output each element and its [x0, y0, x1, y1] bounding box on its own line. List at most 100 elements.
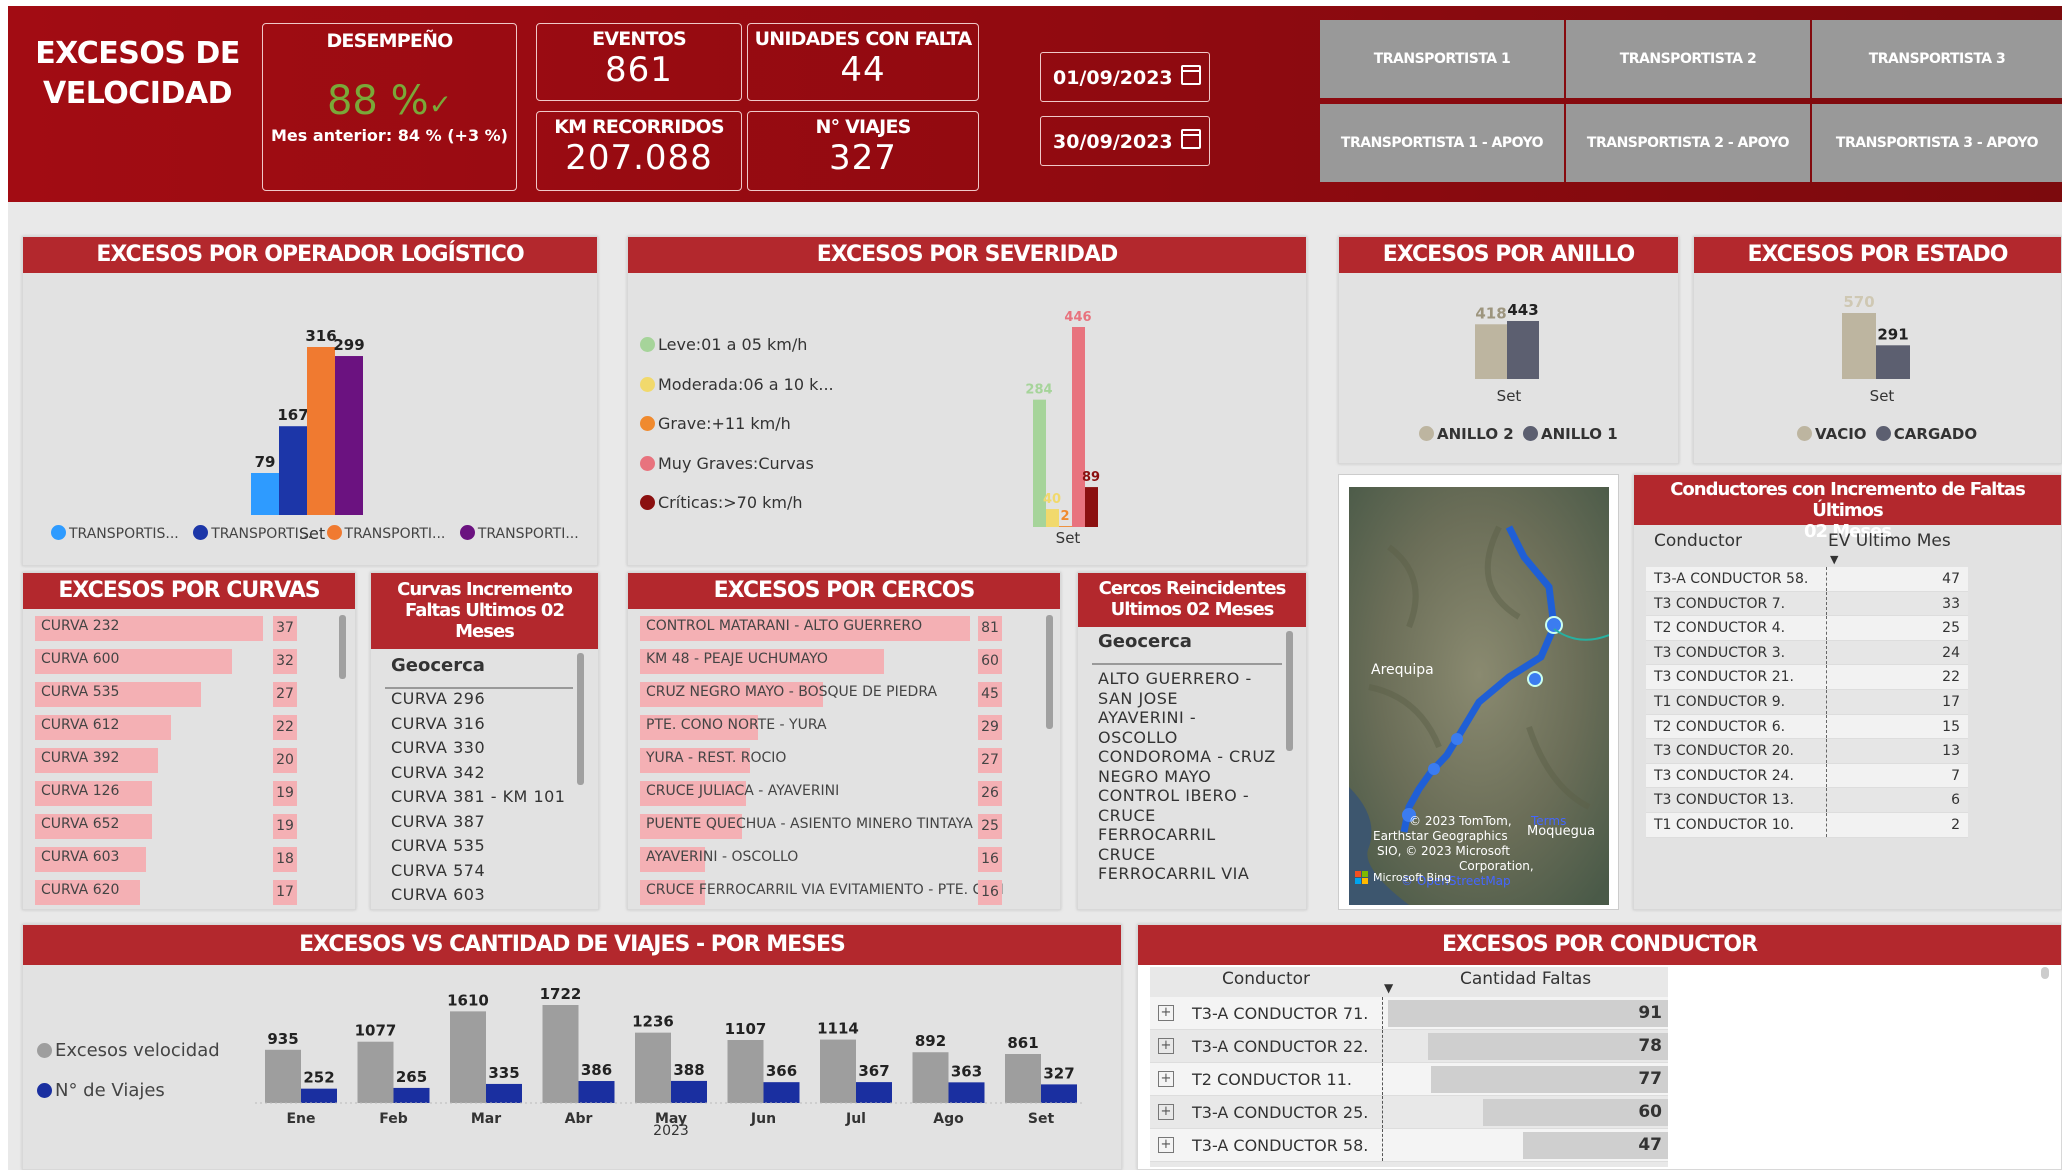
table-row[interactable]: T1 CONDUCTOR 9. 17 [1646, 690, 1968, 715]
list-item[interactable]: ALTO GUERRERO - [1098, 669, 1252, 688]
list-item[interactable]: CURVA 603 18 [23, 844, 357, 877]
bar-anillo[interactable] [1507, 321, 1539, 379]
date-from-picker[interactable]: 01/09/2023 [1040, 52, 1210, 102]
btn-transportista-2-apoyo[interactable]: TRANSPORTISTA 2 - APOYO [1566, 104, 1810, 182]
table-row[interactable]: T3-A CONDUCTOR 58. 47 [1646, 567, 1968, 592]
table-row[interactable]: T3 CONDUCTOR 21. 22 [1646, 665, 1968, 690]
table-row[interactable]: T3 CONDUCTOR 20. 13 [1646, 739, 1968, 764]
calendar-icon[interactable] [1181, 129, 1201, 149]
list-item[interactable]: AYAVERINI - [1098, 708, 1196, 727]
curvas-list[interactable]: CURVA 232 37 CURVA 600 32 CURVA 535 27 CURVA 6… [23, 613, 357, 907]
bar-excesos[interactable] [542, 1005, 579, 1103]
list-item[interactable]: CURVA 232 37 [23, 613, 357, 646]
bar-excesos[interactable] [727, 1040, 764, 1103]
bar-severidad[interactable] [1046, 509, 1059, 527]
list-item[interactable]: PUENTE QUECHUA - ASIENTO MINERO TINTAYA 2… [628, 811, 1062, 844]
cercos-rein-list[interactable]: ALTO GUERRERO - SAN JOSE AYAVERINI - OSCOLL… [1078, 669, 1308, 907]
list-item[interactable]: CURVA 574 [391, 861, 485, 880]
legend-item[interactable]: TRANSPORTIS... [51, 525, 179, 542]
table-row[interactable]: T3 CONDUCTOR 13. 6 [1646, 788, 1968, 813]
legend-item[interactable]: ANILLO 1 [1522, 425, 1618, 443]
list-item[interactable]: CONDOROMA - CRUZ [1098, 747, 1276, 766]
list-item[interactable]: CURVA 392 20 [23, 745, 357, 778]
list-item[interactable]: CRUCE JULIACA - AYAVERINI 26 [628, 778, 1062, 811]
bar-viajes[interactable] [393, 1087, 430, 1103]
bar-severidad[interactable] [1033, 399, 1046, 527]
list-item[interactable]: CURVA 535 [391, 836, 485, 855]
list-item[interactable]: CURVA 652 19 [23, 811, 357, 844]
btn-transportista-2[interactable]: TRANSPORTISTA 2 [1566, 20, 1810, 98]
list-item[interactable]: CURVA 316 [391, 714, 485, 733]
list-item[interactable]: CURVA 603 [391, 885, 485, 904]
list-item[interactable]: CONTROL IBERO - [1098, 786, 1249, 805]
table-row[interactable]: T3 CONDUCTOR 3. 24 [1646, 640, 1968, 666]
table-row[interactable]: T2 CONDUCTOR 6. 15 [1646, 714, 1968, 740]
table-row[interactable]: + T3-A CONDUCTOR 71. 91 [1150, 997, 1668, 1030]
expand-icon[interactable]: + [1158, 1038, 1174, 1054]
bar-viajes[interactable] [1041, 1084, 1077, 1103]
list-item[interactable]: CURVA 126 19 [23, 778, 357, 811]
conductor-col-conductor[interactable]: Conductor [1222, 969, 1310, 989]
legend-item[interactable]: CARGADO [1875, 425, 1977, 443]
list-item[interactable]: OSCOLLO [1098, 728, 1178, 747]
list-item[interactable]: CRUCE [1098, 845, 1156, 864]
list-item[interactable]: CRUCE [1098, 806, 1156, 825]
expand-icon[interactable]: + [1158, 1137, 1174, 1153]
bar-excesos[interactable] [450, 1011, 486, 1103]
table-row[interactable]: T2 CONDUCTOR 4. 25 [1646, 616, 1968, 641]
bar-estado[interactable] [1876, 345, 1910, 379]
bar-severidad[interactable] [1072, 327, 1085, 527]
list-item[interactable]: KM 48 - PEAJE UCHUMAYO 60 [628, 646, 1062, 679]
bar-operador[interactable] [251, 473, 279, 515]
list-item[interactable]: CURVA 330 [391, 738, 485, 757]
curvas-inc-list[interactable]: CURVA 296 CURVA 316 CURVA 330 CURVA 342 CURV… [371, 689, 600, 907]
table-row[interactable]: + T3-A CONDUCTOR 22. 78 [1150, 1030, 1668, 1063]
scrollbar[interactable] [1286, 631, 1293, 751]
list-item[interactable]: SAN JOSE [1098, 689, 1178, 708]
bar-viajes[interactable] [486, 1083, 522, 1103]
btn-transportista-1-apoyo[interactable]: TRANSPORTISTA 1 - APOYO [1320, 104, 1564, 182]
scrollbar[interactable] [339, 615, 346, 679]
expand-icon[interactable]: + [1158, 1005, 1174, 1021]
list-item[interactable]: CURVA 296 [391, 689, 485, 708]
bar-viajes[interactable] [763, 1082, 800, 1103]
legend-item[interactable]: VACIO [1797, 425, 1867, 443]
list-item[interactable]: CRUZ NEGRO MAYO - BOSQUE DE PIEDRA 45 [628, 679, 1062, 712]
btn-transportista-1[interactable]: TRANSPORTISTA 1 [1320, 20, 1564, 98]
bar-excesos[interactable] [912, 1052, 949, 1103]
expand-icon[interactable]: + [1158, 1071, 1174, 1087]
map-container[interactable]: Arequipa Moquegua © 2023 TomTom, Terms Ea… [1338, 474, 1619, 910]
list-item[interactable]: AYAVERINI - OSCOLLO 16 [628, 844, 1062, 877]
list-item[interactable]: CURVA 387 [391, 812, 485, 831]
bar-excesos[interactable] [635, 1032, 671, 1103]
bar-viajes[interactable] [578, 1081, 615, 1103]
bar-operador[interactable] [307, 347, 335, 515]
calendar-icon[interactable] [1181, 65, 1201, 85]
expand-icon[interactable]: + [1158, 1104, 1174, 1120]
table-row[interactable]: + T2 CONDUCTOR 11. 77 [1150, 1063, 1668, 1096]
list-item[interactable]: FERROCARRIL [1098, 825, 1216, 844]
list-item[interactable]: FERROCARRIL VIA [1098, 864, 1249, 883]
legend-item[interactable]: TRANSPORTI... [193, 525, 312, 542]
list-item[interactable]: CURVA 342 [391, 763, 485, 782]
scrollbar[interactable] [1046, 615, 1053, 729]
bar-excesos[interactable] [820, 1039, 856, 1103]
table-row[interactable]: T3 CONDUCTOR 24. 7 [1646, 763, 1968, 789]
list-item[interactable]: CONTROL MATARANI - ALTO GUERRERO 81 [628, 613, 1062, 646]
cond-inc-col-conductor[interactable]: Conductor [1654, 531, 1742, 551]
list-item[interactable]: CURVA 600 32 [23, 646, 357, 679]
bar-excesos[interactable] [357, 1041, 394, 1103]
list-item[interactable]: YURA - REST. ROCIO 27 [628, 745, 1062, 778]
list-item[interactable]: CURVA 381 - KM 101 [391, 787, 565, 806]
legend-item[interactable]: ANILLO 2 [1419, 425, 1514, 443]
btn-transportista-3-apoyo[interactable]: TRANSPORTISTA 3 - APOYO [1812, 104, 2062, 182]
bar-operador[interactable] [335, 356, 363, 515]
date-to-picker[interactable]: 30/09/2023 [1040, 116, 1210, 166]
list-item[interactable]: CURVA 535 27 [23, 679, 357, 712]
table-row[interactable]: T1 CONDUCTOR 10. 2 [1646, 813, 1968, 838]
bar-severidad[interactable] [1085, 487, 1098, 527]
list-item[interactable]: PTE. CONO NORTE - YURA 29 [628, 712, 1062, 745]
scrollbar[interactable] [2041, 967, 2049, 979]
table-row[interactable]: T3 CONDUCTOR 7. 33 [1646, 591, 1968, 617]
cercos-list[interactable]: CONTROL MATARANI - ALTO GUERRERO 81 KM 48 … [628, 613, 1062, 907]
